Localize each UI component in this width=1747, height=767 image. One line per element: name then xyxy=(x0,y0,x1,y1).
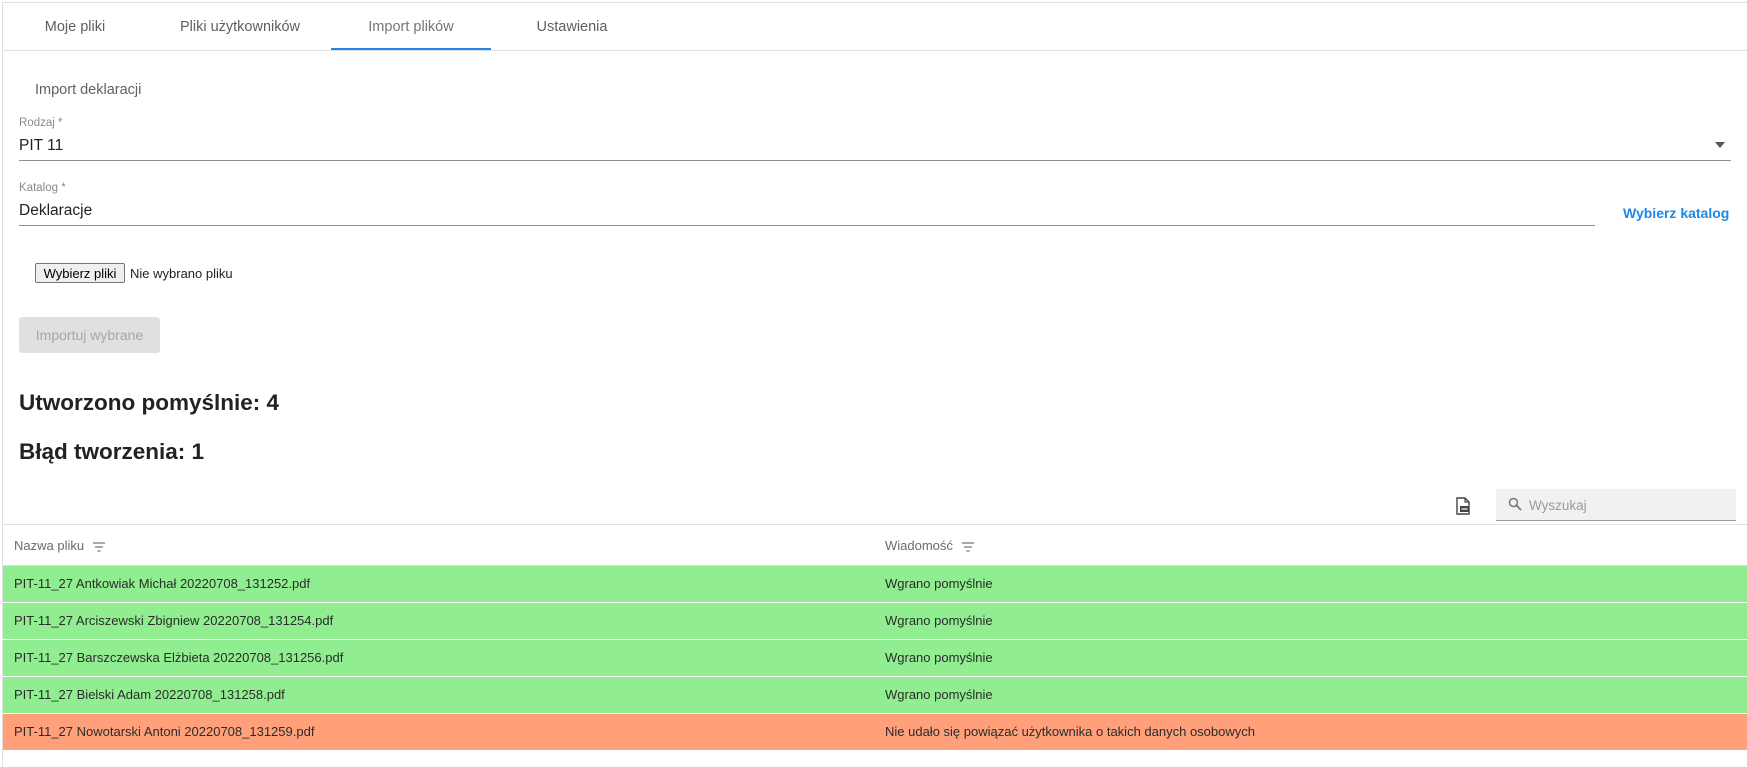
tab-ustawienia[interactable]: Ustawienia xyxy=(491,3,653,50)
success-summary: Utworzono pomyślnie: 4 xyxy=(19,390,280,415)
katalog-value: Deklaracje xyxy=(19,202,93,219)
cell-message: Wgrano pomyślnie xyxy=(885,613,993,628)
tab-bar: Moje pliki Pliki użytkowników Import pli… xyxy=(3,3,1747,51)
error-summary: Błąd tworzenia: 1 xyxy=(19,439,205,464)
cell-message: Wgrano pomyślnie xyxy=(885,687,993,702)
table-row[interactable]: PIT-11_27 Nowotarski Antoni 20220708_131… xyxy=(3,714,1747,751)
tab-moje-pliki[interactable]: Moje pliki xyxy=(3,3,147,50)
export-icon[interactable] xyxy=(1454,497,1472,515)
file-status: Nie wybrano pliku xyxy=(130,266,233,281)
cell-message: Wgrano pomyślnie xyxy=(885,650,993,665)
cell-file: PIT-11_27 Barszczewska Elżbieta 20220708… xyxy=(14,650,344,665)
column-header-message[interactable]: Wiadomość xyxy=(885,525,974,565)
column-header-file[interactable]: Nazwa pliku xyxy=(14,525,105,565)
rodzaj-underline xyxy=(19,160,1731,161)
search-icon xyxy=(1508,497,1522,511)
rodzaj-value: PIT 11 xyxy=(19,137,64,154)
table-row[interactable]: PIT-11_27 Bielski Adam 20220708_131258.p… xyxy=(3,677,1747,714)
filter-icon[interactable] xyxy=(961,541,974,552)
table-header: Nazwa pliku Wiadomość xyxy=(3,524,1747,566)
column-header-message-label: Wiadomość xyxy=(885,538,953,553)
choose-catalog-button[interactable]: Wybierz katalog xyxy=(1623,205,1729,221)
rodzaj-label: Rodzaj * xyxy=(19,117,63,129)
section-title: Import deklaracji xyxy=(35,82,142,98)
table-row[interactable]: PIT-11_27 Arciszewski Zbigniew 20220708_… xyxy=(3,603,1747,640)
cell-message: Wgrano pomyślnie xyxy=(885,576,993,591)
katalog-label: Katalog * xyxy=(19,182,66,194)
cell-file: PIT-11_27 Nowotarski Antoni 20220708_131… xyxy=(14,724,315,739)
tab-import-plikow[interactable]: Import plików xyxy=(331,3,491,50)
results-table: Nazwa pliku Wiadomość PIT-11_27 Antkowia… xyxy=(3,524,1747,751)
search-box[interactable] xyxy=(1496,489,1736,521)
import-selected-button[interactable]: Importuj wybrane xyxy=(19,317,160,353)
search-input[interactable] xyxy=(1527,489,1731,521)
cell-file: PIT-11_27 Antkowiak Michał 20220708_1312… xyxy=(14,576,311,591)
cell-message: Nie udało się powiązać użytkownika o tak… xyxy=(885,724,1255,739)
cell-file: PIT-11_27 Bielski Adam 20220708_131258.p… xyxy=(14,687,285,702)
filter-icon[interactable] xyxy=(92,541,105,552)
katalog-underline xyxy=(19,225,1595,226)
cell-file: PIT-11_27 Arciszewski Zbigniew 20220708_… xyxy=(14,613,334,628)
tab-pliki-uzytkownikow[interactable]: Pliki użytkowników xyxy=(147,3,333,50)
column-header-file-label: Nazwa pliku xyxy=(14,538,85,553)
chevron-down-icon[interactable] xyxy=(1715,142,1725,148)
table-row[interactable]: PIT-11_27 Barszczewska Elżbieta 20220708… xyxy=(3,640,1747,677)
table-row[interactable]: PIT-11_27 Antkowiak Michał 20220708_1312… xyxy=(3,566,1747,603)
choose-files-button[interactable]: Wybierz pliki xyxy=(35,263,125,283)
